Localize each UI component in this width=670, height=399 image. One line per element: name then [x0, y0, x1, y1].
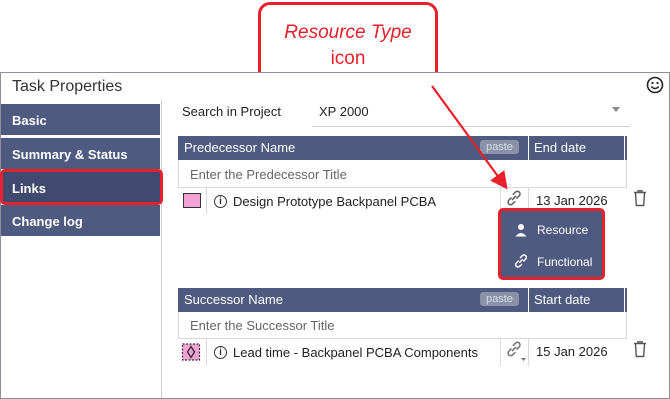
- successor-paste-button[interactable]: paste: [480, 292, 519, 306]
- link-icon[interactable]: [504, 339, 528, 363]
- sidebar-item-summary-status[interactable]: Summary & Status: [1, 138, 160, 169]
- milestone-icon[interactable]: [181, 342, 201, 362]
- info-icon[interactable]: i: [214, 195, 227, 208]
- predecessor-title-input[interactable]: Enter the Predecessor Title: [190, 167, 347, 182]
- sidebar-item-change-log[interactable]: Change log: [1, 205, 160, 236]
- row-border: [178, 312, 179, 338]
- row-divider: [178, 187, 627, 188]
- smiley-icon[interactable]: [646, 76, 664, 94]
- person-icon: [515, 224, 527, 237]
- start-date-header: Start date: [534, 292, 591, 307]
- row-border: [178, 160, 179, 187]
- header-divider: [528, 288, 529, 312]
- search-project-select[interactable]: XP 2000: [319, 104, 369, 119]
- row-divider: [178, 338, 627, 339]
- predecessor-end-date[interactable]: 13 Jan 2026: [536, 193, 608, 208]
- row-border: [626, 160, 627, 187]
- search-underline: [312, 126, 630, 127]
- successor-title-input[interactable]: Enter the Successor Title: [190, 318, 335, 333]
- row-border: [626, 312, 627, 338]
- sidebar-item-basic[interactable]: Basic: [1, 104, 160, 135]
- header-divider: [624, 136, 625, 160]
- menu-item-functional[interactable]: Functional: [501, 247, 602, 277]
- predecessor-color-swatch[interactable]: [183, 193, 201, 208]
- menu-item-label: Resource: [537, 223, 589, 237]
- predecessor-paste-button[interactable]: paste: [480, 140, 519, 154]
- link-icon[interactable]: [504, 188, 524, 208]
- row-divider: [528, 339, 529, 366]
- predecessor-name-header: Predecessor Name: [184, 140, 296, 155]
- trash-icon[interactable]: [632, 189, 648, 207]
- menu-item-resource[interactable]: Resource: [501, 215, 602, 245]
- info-icon[interactable]: i: [214, 346, 227, 359]
- successor-task-title: Lead time - Backpanel PCBA Components: [233, 345, 478, 360]
- resource-type-menu: Resource Functional: [498, 208, 605, 280]
- trash-icon[interactable]: [632, 340, 648, 358]
- row-divider: [206, 339, 207, 366]
- search-label: Search in Project: [182, 104, 281, 119]
- menu-item-label: Functional: [537, 255, 593, 269]
- predecessor-task-title: Design Prototype Backpanel PCBA: [233, 194, 437, 209]
- links-highlight: [0, 169, 163, 205]
- link-icon: [514, 254, 528, 268]
- row-divider: [500, 339, 501, 366]
- header-divider: [528, 136, 529, 160]
- callout-title: Resource Type: [284, 22, 412, 43]
- end-date-header: End date: [534, 140, 587, 155]
- successor-name-header: Successor Name: [184, 292, 283, 307]
- callout-subtitle: icon: [330, 48, 366, 69]
- row-divider: [206, 188, 207, 214]
- successor-start-date[interactable]: 15 Jan 2026: [536, 344, 608, 359]
- window-title: Task Properties: [12, 78, 123, 95]
- chevron-down-icon[interactable]: [612, 107, 620, 112]
- header-divider: [624, 288, 625, 312]
